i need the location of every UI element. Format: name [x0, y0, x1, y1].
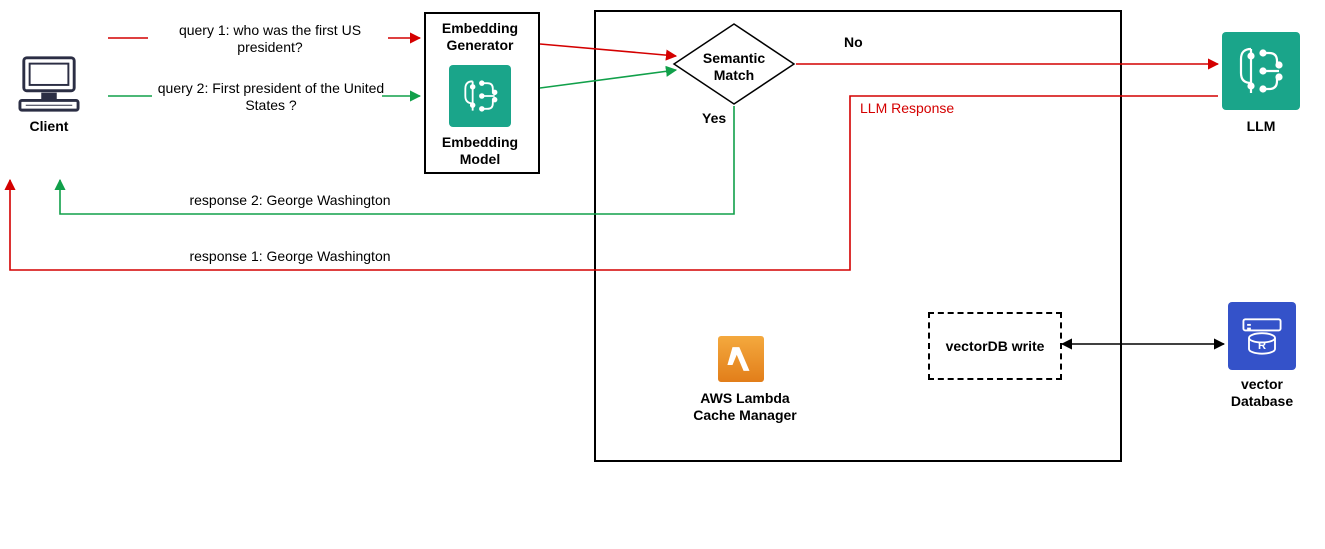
- embedding-model-icon: [449, 65, 511, 127]
- response2-label: response 2: George Washington: [130, 192, 450, 209]
- client-icon: [18, 52, 80, 114]
- client-label: Client: [22, 118, 76, 135]
- aws-lambda-icon: [718, 336, 764, 382]
- svg-text:R: R: [1258, 340, 1266, 352]
- llm-icon: [1222, 32, 1300, 110]
- vector-database-icon: R: [1228, 302, 1296, 370]
- query2-label: query 2: First president of the United S…: [156, 80, 386, 114]
- vectordb-write-label: vectorDB write: [945, 338, 1045, 355]
- semantic-match-label: Semantic Match: [684, 50, 784, 84]
- vectordb-write-box: vectorDB write: [928, 312, 1062, 380]
- embedding-generator-title: Embedding Generator: [428, 20, 532, 54]
- semantic-match-no-label: No: [844, 34, 863, 50]
- embedding-model-label: Embedding Model: [432, 134, 528, 168]
- semantic-match-yes-label: Yes: [702, 110, 726, 126]
- query1-label: query 1: who was the first US president?: [150, 22, 390, 56]
- llm-label: LLM: [1240, 118, 1282, 135]
- llm-response-label: LLM Response: [860, 100, 954, 116]
- response1-label: response 1: George Washington: [130, 248, 450, 265]
- vector-database-label: vector Database: [1220, 376, 1304, 410]
- aws-lambda-label: AWS Lambda Cache Manager: [680, 390, 810, 424]
- diagram-canvas: Client query 1: who was the first US pre…: [0, 0, 1325, 549]
